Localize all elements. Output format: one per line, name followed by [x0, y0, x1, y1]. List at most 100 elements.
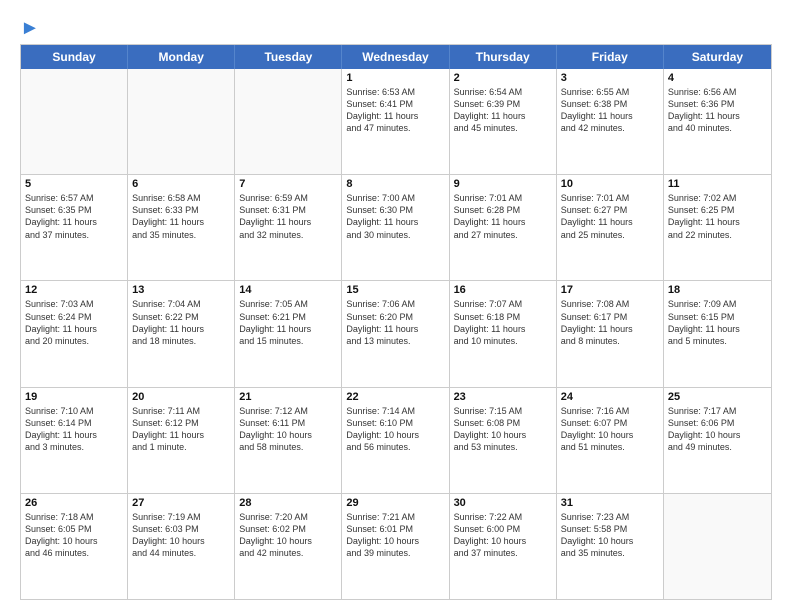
day-number: 25 [668, 391, 767, 403]
day-info: Sunrise: 6:55 AM Sunset: 6:38 PM Dayligh… [561, 86, 659, 135]
day-cell-18: 18Sunrise: 7:09 AM Sunset: 6:15 PM Dayli… [664, 281, 771, 386]
day-number: 24 [561, 391, 659, 403]
day-info: Sunrise: 7:16 AM Sunset: 6:07 PM Dayligh… [561, 405, 659, 454]
day-cell-8: 8 Sunrise: 7:00 AM Sunset: 6:30 PM Daylig… [342, 175, 449, 280]
day-info: Sunrise: 7:17 AM Sunset: 6:06 PM Dayligh… [668, 405, 767, 454]
day-cell-29: 29 Sunrise: 7:21 AM Sunset: 6:01 PM Dayli… [342, 494, 449, 599]
day-cell-15: 15 Sunrise: 7:06 AM Sunset: 6:20 PM Dayli… [342, 281, 449, 386]
day-number: 3 [561, 72, 659, 84]
day-info: Sunrise: 7:15 AM Sunset: 6:08 PM Dayligh… [454, 405, 552, 454]
day-cell-30: 30 Sunrise: 7:22 AM Sunset: 6:00 PM Dayli… [450, 494, 557, 599]
calendar-row-1: 5Sunrise: 6:57 AM Sunset: 6:35 PM Daylig… [21, 174, 771, 280]
day-info: Sunrise: 7:12 AM Sunset: 6:11 PM Dayligh… [239, 405, 337, 454]
day-cell-22: 22 Sunrise: 7:14 AM Sunset: 6:10 PM Dayli… [342, 388, 449, 493]
day-cell-9: 9Sunrise: 7:01 AM Sunset: 6:28 PM Daylig… [450, 175, 557, 280]
day-info: Sunrise: 7:05 AM Sunset: 6:21 PM Dayligh… [239, 298, 337, 347]
day-number: 22 [346, 391, 444, 403]
page: ► SundayMondayTuesdayWednesdayThursdayFr… [0, 0, 792, 612]
calendar-header: SundayMondayTuesdayWednesdayThursdayFrid… [21, 45, 771, 69]
day-info: Sunrise: 7:20 AM Sunset: 6:02 PM Dayligh… [239, 511, 337, 560]
day-number: 12 [25, 284, 123, 296]
day-info: Sunrise: 7:18 AM Sunset: 6:05 PM Dayligh… [25, 511, 123, 560]
day-number: 15 [346, 284, 444, 296]
day-cell-21: 21Sunrise: 7:12 AM Sunset: 6:11 PM Dayli… [235, 388, 342, 493]
day-number: 20 [132, 391, 230, 403]
day-cell-19: 19 Sunrise: 7:10 AM Sunset: 6:14 PM Dayli… [21, 388, 128, 493]
day-info: Sunrise: 7:22 AM Sunset: 6:00 PM Dayligh… [454, 511, 552, 560]
day-number: 30 [454, 497, 552, 509]
day-cell-4: 4Sunrise: 6:56 AM Sunset: 6:36 PM Daylig… [664, 69, 771, 174]
day-info: Sunrise: 7:01 AM Sunset: 6:27 PM Dayligh… [561, 192, 659, 241]
day-cell-5: 5Sunrise: 6:57 AM Sunset: 6:35 PM Daylig… [21, 175, 128, 280]
day-info: Sunrise: 6:57 AM Sunset: 6:35 PM Dayligh… [25, 192, 123, 241]
day-number: 10 [561, 178, 659, 190]
day-number: 13 [132, 284, 230, 296]
day-cell-6: 6 Sunrise: 6:58 AM Sunset: 6:33 PM Daylig… [128, 175, 235, 280]
day-number: 23 [454, 391, 552, 403]
day-number: 1 [346, 72, 444, 84]
day-number: 6 [132, 178, 230, 190]
day-number: 8 [346, 178, 444, 190]
day-cell-28: 28 Sunrise: 7:20 AM Sunset: 6:02 PM Dayli… [235, 494, 342, 599]
day-info: Sunrise: 7:08 AM Sunset: 6:17 PM Dayligh… [561, 298, 659, 347]
weekday-header-saturday: Saturday [664, 45, 771, 69]
day-number: 11 [668, 178, 767, 190]
empty-cell-4-6 [664, 494, 771, 599]
day-info: Sunrise: 7:11 AM Sunset: 6:12 PM Dayligh… [132, 405, 230, 454]
calendar-row-3: 19 Sunrise: 7:10 AM Sunset: 6:14 PM Dayli… [21, 387, 771, 493]
day-info: Sunrise: 7:04 AM Sunset: 6:22 PM Dayligh… [132, 298, 230, 347]
day-cell-25: 25 Sunrise: 7:17 AM Sunset: 6:06 PM Dayli… [664, 388, 771, 493]
day-cell-26: 26 Sunrise: 7:18 AM Sunset: 6:05 PM Dayli… [21, 494, 128, 599]
day-info: Sunrise: 6:56 AM Sunset: 6:36 PM Dayligh… [668, 86, 767, 135]
day-info: Sunrise: 7:14 AM Sunset: 6:10 PM Dayligh… [346, 405, 444, 454]
day-cell-17: 17 Sunrise: 7:08 AM Sunset: 6:17 PM Dayli… [557, 281, 664, 386]
day-number: 27 [132, 497, 230, 509]
day-info: Sunrise: 7:09 AM Sunset: 6:15 PM Dayligh… [668, 298, 767, 347]
day-cell-13: 13 Sunrise: 7:04 AM Sunset: 6:22 PM Dayli… [128, 281, 235, 386]
day-number: 29 [346, 497, 444, 509]
calendar-row-4: 26 Sunrise: 7:18 AM Sunset: 6:05 PM Dayli… [21, 493, 771, 599]
day-info: Sunrise: 7:07 AM Sunset: 6:18 PM Dayligh… [454, 298, 552, 347]
weekday-header-tuesday: Tuesday [235, 45, 342, 69]
weekday-header-monday: Monday [128, 45, 235, 69]
weekday-header-friday: Friday [557, 45, 664, 69]
empty-cell-0-2 [235, 69, 342, 174]
calendar: SundayMondayTuesdayWednesdayThursdayFrid… [20, 44, 772, 600]
day-number: 16 [454, 284, 552, 296]
day-cell-12: 12 Sunrise: 7:03 AM Sunset: 6:24 PM Dayli… [21, 281, 128, 386]
day-info: Sunrise: 6:54 AM Sunset: 6:39 PM Dayligh… [454, 86, 552, 135]
day-info: Sunrise: 7:06 AM Sunset: 6:20 PM Dayligh… [346, 298, 444, 347]
day-number: 26 [25, 497, 123, 509]
day-cell-27: 27Sunrise: 7:19 AM Sunset: 6:03 PM Dayli… [128, 494, 235, 599]
day-cell-1: 1Sunrise: 6:53 AM Sunset: 6:41 PM Daylig… [342, 69, 449, 174]
logo-general: ► [20, 18, 40, 38]
weekday-header-sunday: Sunday [21, 45, 128, 69]
day-info: Sunrise: 7:21 AM Sunset: 6:01 PM Dayligh… [346, 511, 444, 560]
day-cell-3: 3 Sunrise: 6:55 AM Sunset: 6:38 PM Daylig… [557, 69, 664, 174]
day-cell-23: 23 Sunrise: 7:15 AM Sunset: 6:08 PM Dayli… [450, 388, 557, 493]
day-number: 28 [239, 497, 337, 509]
empty-cell-0-0 [21, 69, 128, 174]
day-cell-31: 31Sunrise: 7:23 AM Sunset: 5:58 PM Dayli… [557, 494, 664, 599]
weekday-header-thursday: Thursday [450, 45, 557, 69]
day-info: Sunrise: 7:00 AM Sunset: 6:30 PM Dayligh… [346, 192, 444, 241]
day-info: Sunrise: 6:59 AM Sunset: 6:31 PM Dayligh… [239, 192, 337, 241]
calendar-row-0: 1Sunrise: 6:53 AM Sunset: 6:41 PM Daylig… [21, 69, 771, 174]
day-cell-2: 2Sunrise: 6:54 AM Sunset: 6:39 PM Daylig… [450, 69, 557, 174]
day-info: Sunrise: 7:01 AM Sunset: 6:28 PM Dayligh… [454, 192, 552, 241]
day-info: Sunrise: 7:03 AM Sunset: 6:24 PM Dayligh… [25, 298, 123, 347]
day-info: Sunrise: 7:10 AM Sunset: 6:14 PM Dayligh… [25, 405, 123, 454]
empty-cell-0-1 [128, 69, 235, 174]
day-cell-20: 20 Sunrise: 7:11 AM Sunset: 6:12 PM Dayli… [128, 388, 235, 493]
day-cell-24: 24 Sunrise: 7:16 AM Sunset: 6:07 PM Dayli… [557, 388, 664, 493]
day-cell-10: 10 Sunrise: 7:01 AM Sunset: 6:27 PM Dayli… [557, 175, 664, 280]
day-info: Sunrise: 6:58 AM Sunset: 6:33 PM Dayligh… [132, 192, 230, 241]
header: ► [20, 18, 772, 36]
day-number: 19 [25, 391, 123, 403]
day-number: 14 [239, 284, 337, 296]
day-number: 31 [561, 497, 659, 509]
day-cell-14: 14 Sunrise: 7:05 AM Sunset: 6:21 PM Dayli… [235, 281, 342, 386]
day-number: 17 [561, 284, 659, 296]
day-cell-11: 11Sunrise: 7:02 AM Sunset: 6:25 PM Dayli… [664, 175, 771, 280]
weekday-header-wednesday: Wednesday [342, 45, 449, 69]
